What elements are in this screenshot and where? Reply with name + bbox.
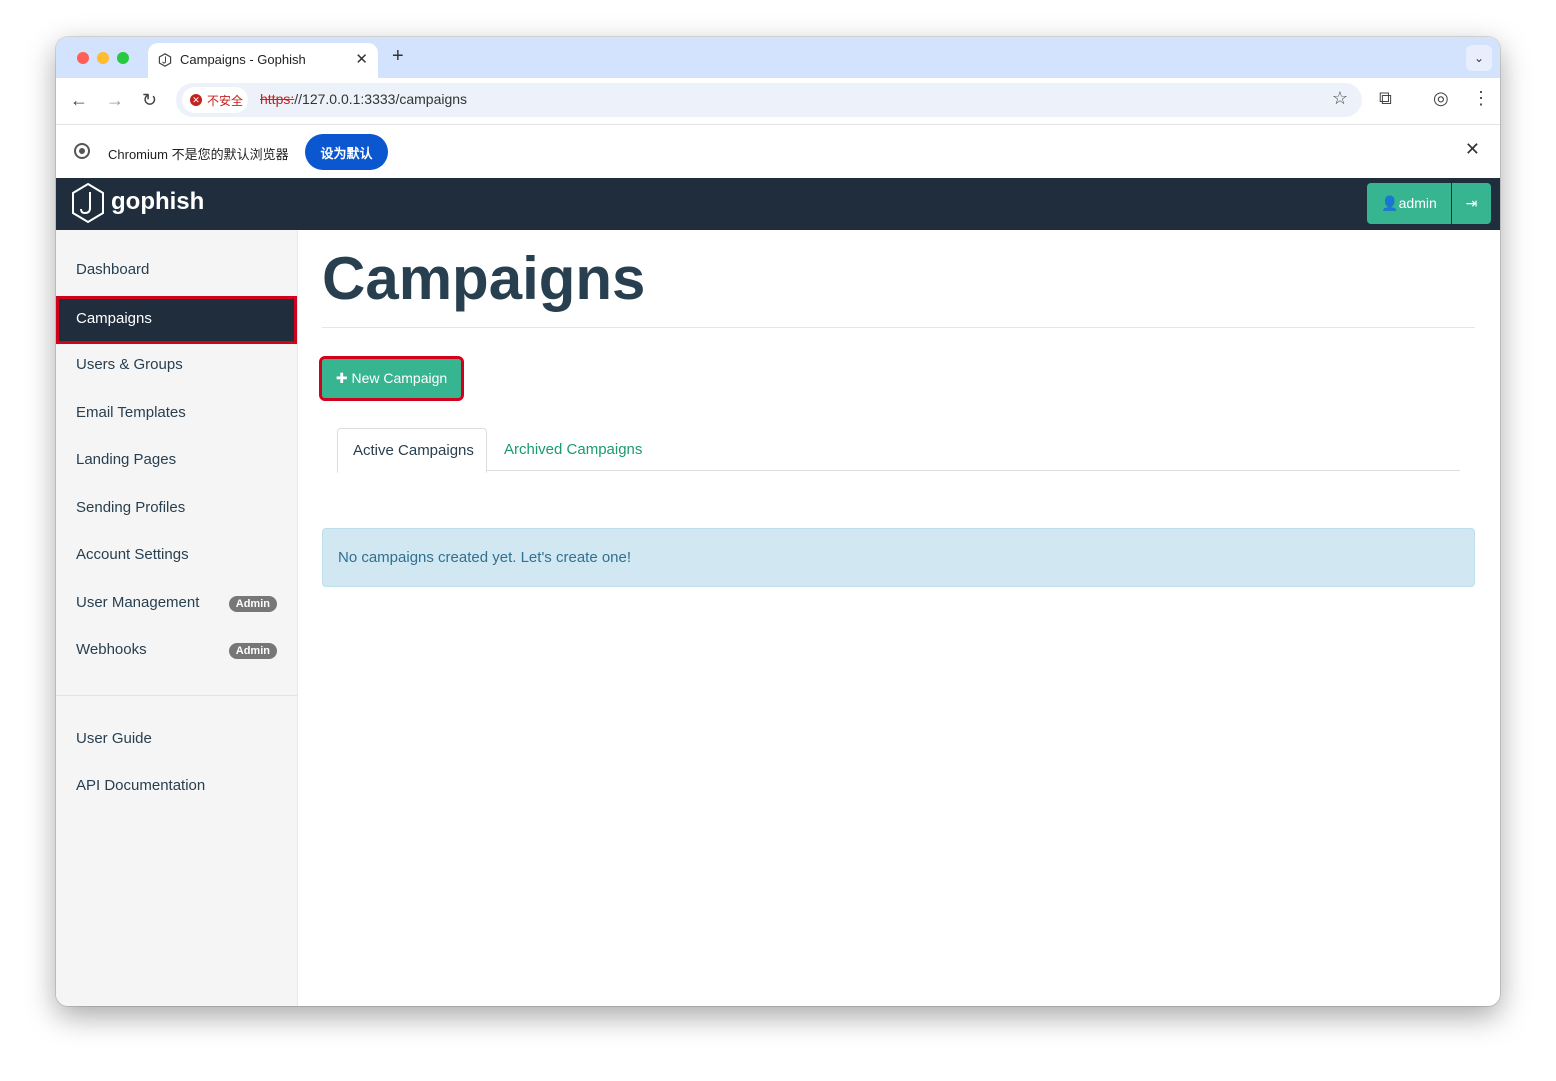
bookmark-star-icon[interactable]: ☆ — [1332, 88, 1348, 109]
page-title: Campaigns — [322, 245, 646, 312]
empty-campaigns-alert: No campaigns created yet. Let's create o… — [322, 528, 1475, 587]
menu-kebab-icon[interactable]: ⋮ — [1472, 88, 1490, 109]
browser-toolbar: ← → ↻ ✕ 不安全 https://127.0.0.1:3333/campa… — [56, 78, 1500, 124]
infobar-message: Chromium 不是您的默认浏览器 — [108, 147, 289, 162]
sidebar-item-dashboard[interactable]: Dashboard — [56, 249, 297, 293]
profile-icon[interactable]: ◎ — [1433, 88, 1449, 109]
not-secure-icon: ✕ — [190, 94, 202, 106]
chevron-down-icon[interactable]: ⌄ — [1466, 45, 1492, 71]
sidebar-item-user-management[interactable]: User Management Admin — [56, 582, 297, 626]
tab-active-campaigns[interactable]: Active Campaigns — [337, 428, 487, 473]
tab-title: Campaigns - Gophish — [180, 52, 306, 67]
sidebar-item-landing-pages[interactable]: Landing Pages — [56, 439, 297, 483]
minimize-window-button[interactable] — [97, 52, 109, 64]
new-campaign-button[interactable]: ✚ New Campaign — [319, 356, 464, 401]
title-divider — [322, 327, 1475, 328]
extensions-icon[interactable]: ⧉ — [1379, 88, 1392, 109]
sidebar-item-webhooks[interactable]: Webhooks Admin — [56, 629, 297, 673]
close-tab-icon[interactable]: ✕ — [355, 50, 368, 68]
plus-icon[interactable]: + — [392, 45, 404, 68]
sidebar-item-user-guide[interactable]: User Guide — [56, 718, 297, 762]
security-chip[interactable]: ✕ 不安全 — [182, 87, 248, 113]
app-navbar: gophish 👤admin ⇥ — [56, 178, 1500, 230]
sidebar-item-email-templates[interactable]: Email Templates — [56, 392, 297, 436]
chromium-icon — [74, 143, 90, 159]
admin-badge: Admin — [228, 596, 277, 612]
close-window-button[interactable] — [77, 52, 89, 64]
user-icon: 👤 — [1381, 195, 1399, 211]
empty-message: No campaigns created yet. Let's create o… — [338, 549, 632, 566]
sidebar-item-users-groups[interactable]: Users & Groups — [56, 344, 297, 388]
tab-strip: Campaigns - Gophish ✕ + ⌄ — [56, 37, 1500, 78]
address-bar[interactable]: ✕ 不安全 https://127.0.0.1:3333/campaigns ☆ — [176, 83, 1362, 117]
sidebar-item-campaigns[interactable]: Campaigns — [56, 296, 297, 344]
gophish-favicon-icon — [158, 53, 172, 67]
default-browser-infobar: Chromium 不是您的默认浏览器 设为默认 ✕ — [56, 124, 1500, 178]
sidebar-item-api-documentation[interactable]: API Documentation — [56, 765, 297, 809]
admin-label: admin — [1398, 195, 1437, 211]
sidebar-item-account-settings[interactable]: Account Settings — [56, 534, 297, 578]
reload-icon[interactable]: ↻ — [142, 90, 157, 111]
close-icon[interactable]: ✕ — [1465, 139, 1480, 160]
admin-badge: Admin — [228, 643, 277, 659]
forward-arrow-icon[interactable]: → — [106, 90, 124, 111]
url-text[interactable]: https://127.0.0.1:3333/campaigns — [260, 91, 467, 107]
back-arrow-icon[interactable]: ← — [70, 90, 88, 111]
logout-icon: ⇥ — [1465, 195, 1478, 211]
browser-window: Campaigns - Gophish ✕ + ⌄ ← → ↻ ✕ 不安全 ht… — [56, 37, 1500, 1006]
sidebar: Dashboard Campaigns Users & Groups Email… — [56, 230, 298, 1006]
plus-icon: ✚ — [335, 370, 348, 386]
set-default-button[interactable]: 设为默认 — [305, 134, 388, 170]
sidebar-item-sending-profiles[interactable]: Sending Profiles — [56, 487, 297, 531]
sidebar-divider — [56, 695, 297, 696]
brand-name[interactable]: gophish — [111, 188, 204, 216]
security-label: 不安全 — [207, 94, 244, 108]
logout-button[interactable]: ⇥ — [1452, 183, 1491, 224]
gophish-logo-icon[interactable] — [70, 182, 106, 224]
admin-account-button[interactable]: 👤admin — [1367, 183, 1451, 224]
maximize-window-button[interactable] — [117, 52, 129, 64]
tab-archived-campaigns[interactable]: Archived Campaigns — [486, 428, 656, 471]
browser-tab[interactable]: Campaigns - Gophish ✕ — [148, 43, 378, 78]
